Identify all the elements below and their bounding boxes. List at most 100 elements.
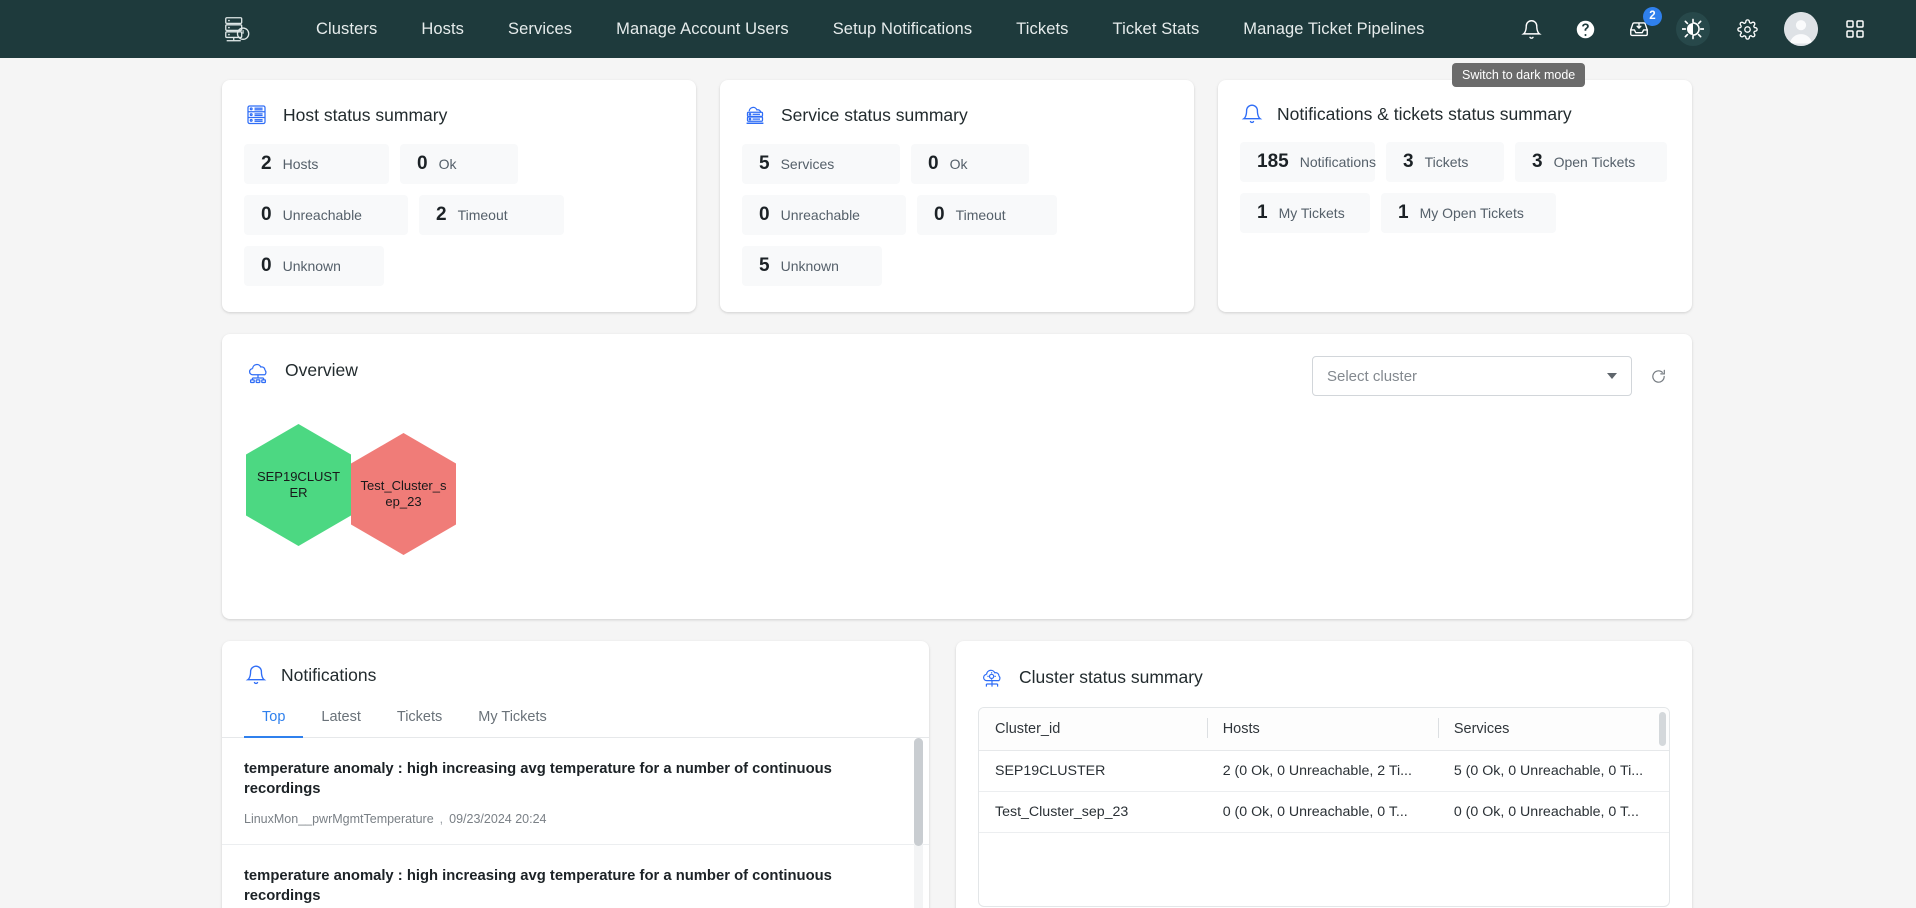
overview-card: Overview Select cluster SEP19CLUSTER Tes… xyxy=(222,334,1692,619)
stat-open-tickets[interactable]: 3 Open Tickets xyxy=(1515,142,1667,182)
service-status-card-title: Service status summary xyxy=(781,104,968,125)
table-body: SEP19CLUSTER 2 (0 Ok, 0 Unreachable, 2 T… xyxy=(979,750,1669,833)
stat-hosts-unknown[interactable]: 0 Unknown xyxy=(244,246,384,286)
stat-hosts-value: 2 xyxy=(261,153,272,174)
stat-services-ok[interactable]: 0 Ok xyxy=(911,144,1029,184)
user-avatar[interactable] xyxy=(1784,12,1818,46)
server-rack-icon xyxy=(244,102,270,128)
table-head: Cluster_id Hosts Services xyxy=(979,708,1669,751)
column-header-services[interactable]: Services xyxy=(1437,708,1669,751)
stat-services-timeout[interactable]: 0 Timeout xyxy=(917,195,1057,235)
stat-hosts-ok-value: 0 xyxy=(417,153,428,174)
stat-open-tickets-label: Open Tickets xyxy=(1553,154,1636,170)
nav-link-tickets[interactable]: Tickets xyxy=(994,14,1090,45)
cluster-status-summary-card: Cluster status summary Cluster_id Hosts … xyxy=(956,641,1692,908)
stat-services-unknown[interactable]: 5 Unknown xyxy=(742,246,882,286)
stat-services-timeout-value: 0 xyxy=(934,204,945,225)
nav-link-manage-account-users[interactable]: Manage Account Users xyxy=(594,14,811,45)
cluster-hexagon-map: SEP19CLUSTER Test_Cluster_sep_23 xyxy=(244,424,1670,555)
notification-meta: LinuxMon__pwrMgmtTemperature , 09/23/202… xyxy=(244,812,895,826)
stat-notifications[interactable]: 185 Notifications xyxy=(1240,142,1376,182)
notifications-tickets-stats: 185 Notifications 3 Tickets 3 Open Ticke… xyxy=(1240,142,1670,233)
notification-separator: , xyxy=(439,812,444,826)
nav-link-hosts[interactable]: Hosts xyxy=(399,14,486,45)
cluster-select-group: Select cluster xyxy=(1312,356,1670,396)
stat-my-open-tickets-value: 1 xyxy=(1398,202,1409,223)
host-status-card-title: Host status summary xyxy=(283,104,448,125)
notifications-tickets-status-card: Notifications & tickets status summary 1… xyxy=(1218,80,1692,312)
refresh-icon[interactable] xyxy=(1646,364,1670,388)
table-row[interactable]: SEP19CLUSTER 2 (0 Ok, 0 Unreachable, 2 T… xyxy=(979,750,1669,792)
cluster-hexagon-test-cluster-sep-23[interactable]: Test_Cluster_sep_23 xyxy=(351,433,456,555)
notifications-tickets-card-header: Notifications & tickets status summary xyxy=(1240,102,1670,126)
cluster-status-card-title: Cluster status summary xyxy=(1019,666,1203,687)
stat-hosts[interactable]: 2 Hosts xyxy=(244,144,389,184)
nav-link-clusters[interactable]: Clusters xyxy=(294,14,399,45)
host-status-stats: 2 Hosts 0 Ok 0 Unreachable 2 Timeout 0 U… xyxy=(244,144,674,286)
stat-my-tickets[interactable]: 1 My Tickets xyxy=(1240,193,1370,233)
service-status-stats: 5 Services 0 Ok 0 Unreachable 0 Timeout … xyxy=(742,144,1172,286)
notifications-panel-title: Notifications xyxy=(281,664,377,685)
host-status-summary-card: Host status summary 2 Hosts 0 Ok 0 Unrea… xyxy=(222,80,696,312)
cell-hosts: 0 (0 Ok, 0 Unreachable, 0 T... xyxy=(1206,791,1438,833)
cell-cluster-id: SEP19CLUSTER xyxy=(979,750,1207,792)
help-circle-icon[interactable] xyxy=(1568,12,1602,46)
stat-hosts-unreachable[interactable]: 0 Unreachable xyxy=(244,195,408,235)
overview-title-group: Overview xyxy=(244,356,358,384)
inbox-download-icon[interactable]: 2 xyxy=(1622,7,1662,46)
stat-services-unknown-label: Unknown xyxy=(780,258,839,274)
stat-my-tickets-label: My Tickets xyxy=(1278,205,1345,221)
notification-source: LinuxMon__pwrMgmtTemperature xyxy=(244,812,434,826)
stat-hosts-unknown-value: 0 xyxy=(261,255,272,276)
table-row[interactable]: Test_Cluster_sep_23 0 (0 Ok, 0 Unreachab… xyxy=(979,791,1669,833)
app-logo[interactable] xyxy=(214,8,260,50)
stat-services-value: 5 xyxy=(759,153,770,174)
stat-my-tickets-value: 1 xyxy=(1257,202,1268,223)
nav-icon-group: 2 xyxy=(1514,7,1872,46)
stat-services[interactable]: 5 Services xyxy=(742,144,900,184)
apps-grid-icon[interactable] xyxy=(1838,12,1872,46)
list-item[interactable]: temperature anomaly : high increasing av… xyxy=(222,738,929,845)
stat-tickets[interactable]: 3 Tickets xyxy=(1386,142,1504,182)
bell-icon xyxy=(1240,102,1264,126)
stat-hosts-ok[interactable]: 0 Ok xyxy=(400,144,518,184)
stat-services-ok-label: Ok xyxy=(949,156,968,172)
stat-hosts-timeout-label: Timeout xyxy=(457,207,508,223)
cloud-server-icon xyxy=(742,102,768,128)
cluster-hexagon-sep19cluster[interactable]: SEP19CLUSTER xyxy=(246,424,351,546)
dark-mode-toggle-icon[interactable] xyxy=(1676,12,1710,46)
stat-services-timeout-label: Timeout xyxy=(955,207,1006,223)
cluster-hexagon-label: SEP19CLUSTER xyxy=(256,469,341,500)
tab-latest[interactable]: Latest xyxy=(303,697,379,738)
column-header-cluster-id[interactable]: Cluster_id xyxy=(979,708,1207,751)
stat-services-unreachable[interactable]: 0 Unreachable xyxy=(742,195,906,235)
tab-top[interactable]: Top xyxy=(244,697,304,738)
tab-my-tickets[interactable]: My Tickets xyxy=(460,697,564,738)
list-item[interactable]: temperature anomaly : high increasing av… xyxy=(222,845,929,908)
select-cluster-dropdown[interactable]: Select cluster xyxy=(1312,356,1632,396)
notifications-tabs: Top Latest Tickets My Tickets xyxy=(222,697,929,738)
table-scrollbar-thumb[interactable] xyxy=(1659,712,1666,746)
stat-services-unknown-value: 5 xyxy=(759,255,770,276)
bell-icon[interactable] xyxy=(1514,12,1548,46)
stat-hosts-unknown-label: Unknown xyxy=(282,258,341,274)
stat-my-open-tickets[interactable]: 1 My Open Tickets xyxy=(1381,193,1556,233)
gear-icon[interactable] xyxy=(1730,12,1764,46)
dashboard-page: Host status summary 2 Hosts 0 Ok 0 Unrea… xyxy=(0,58,1916,908)
nav-link-manage-ticket-pipelines[interactable]: Manage Ticket Pipelines xyxy=(1221,14,1446,45)
nav-link-services[interactable]: Services xyxy=(486,14,594,45)
overview-header: Overview Select cluster xyxy=(244,356,1670,396)
nav-link-ticket-stats[interactable]: Ticket Stats xyxy=(1091,14,1222,45)
cluster-hexagon-label: Test_Cluster_sep_23 xyxy=(360,478,447,509)
cluster-status-table-wrapper: Cluster_id Hosts Services SEP19CLUSTER 2… xyxy=(978,707,1670,907)
stat-open-tickets-value: 3 xyxy=(1532,151,1543,172)
nav-link-setup-notifications[interactable]: Setup Notifications xyxy=(811,14,994,45)
stat-notifications-value: 185 xyxy=(1257,151,1289,172)
status-summary-row: Host status summary 2 Hosts 0 Ok 0 Unrea… xyxy=(0,58,1916,312)
tab-tickets[interactable]: Tickets xyxy=(379,697,460,738)
notifications-panel: Notifications Top Latest Tickets My Tick… xyxy=(222,641,929,908)
stat-hosts-timeout-value: 2 xyxy=(436,204,447,225)
column-header-hosts[interactable]: Hosts xyxy=(1206,708,1438,751)
notifications-scrollbar-thumb[interactable] xyxy=(914,738,923,846)
stat-hosts-timeout[interactable]: 2 Timeout xyxy=(419,195,564,235)
